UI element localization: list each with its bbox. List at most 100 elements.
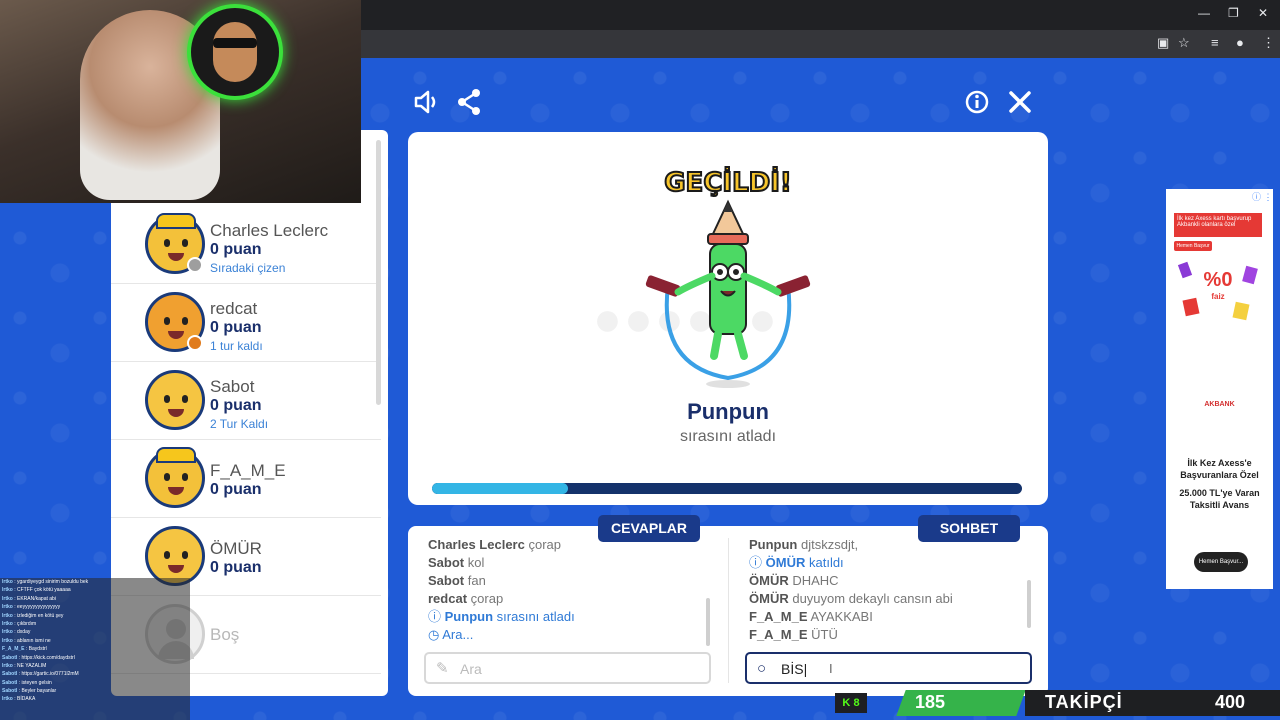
stream-chat-text: CFTFF çok kötü yaaaaa bbox=[17, 587, 71, 594]
kick-logo-icon: K bbox=[842, 697, 851, 709]
stream-chat-user: Sabotl bbox=[2, 654, 18, 661]
chat-input[interactable]: ○ BİS| I bbox=[745, 652, 1032, 684]
minimize-icon[interactable]: — bbox=[1198, 6, 1210, 20]
player-item[interactable]: redcat 0 puan 1 tur kaldı bbox=[111, 285, 381, 362]
tab-chat[interactable]: SOHBET bbox=[918, 515, 1020, 542]
player-name: ÖMÜR bbox=[210, 539, 262, 558]
player-list-scrollbar[interactable] bbox=[376, 140, 381, 405]
follower-goal: 400 bbox=[1215, 692, 1246, 712]
avatar bbox=[145, 526, 205, 586]
follower-count: 185 bbox=[915, 692, 946, 712]
msg-text: sırasını atladı bbox=[496, 609, 575, 624]
stream-chat-text: Beyler bayanlar bbox=[21, 688, 57, 695]
list-item: lrtko : EKRAN/kapat abi bbox=[2, 595, 56, 602]
stream-chat-user: lrtko bbox=[2, 620, 13, 627]
restore-icon[interactable]: ❐ bbox=[1228, 6, 1239, 20]
player-score: 0 puan bbox=[210, 241, 262, 258]
stream-chat-user: lrtko bbox=[2, 612, 13, 619]
ad-banner: İlk kez Axess kartı başvurup Akbankli ol… bbox=[1174, 213, 1262, 237]
list-item: ÖMÜR duyuyom dekaylı cansın abi bbox=[749, 590, 1029, 608]
msg-text: duyuyom dekaylı cansın abi bbox=[792, 591, 953, 606]
list-item: Sabotl : isteyen gelsin bbox=[2, 679, 52, 686]
stream-chat-text: isteyen gelsin bbox=[21, 679, 52, 686]
game-result-card: ●●●●●● GEÇİLDİ! Punpun sırasını atladı bbox=[408, 132, 1048, 505]
chat-bubble-icon: ○ bbox=[757, 660, 767, 677]
list-item: F_A_M_E ÜTÜ bbox=[749, 626, 1029, 644]
player-item[interactable]: Charles Leclerc 0 puan Sıradaki çizen bbox=[111, 207, 381, 284]
pencil-icon: ✎ bbox=[436, 660, 449, 677]
player-score: 0 puan bbox=[210, 397, 262, 414]
player-name: F_A_M_E bbox=[210, 461, 286, 480]
turn-progress-bar bbox=[432, 483, 1022, 494]
answers-input[interactable]: ✎ Ara bbox=[424, 652, 711, 684]
player-status: 2 Tur Kaldı bbox=[210, 417, 269, 431]
list-item: lrtko : dxday bbox=[2, 629, 31, 636]
stream-chat-text: ygardiyeygd sinirim bozuldu bek bbox=[17, 579, 89, 585]
player-score: 0 puan bbox=[210, 319, 262, 336]
follower-label: TAKİPÇİ bbox=[1045, 692, 1123, 712]
msg-text: DHAHC bbox=[792, 573, 839, 588]
extension-icon[interactable]: ● bbox=[1236, 35, 1244, 50]
streamer-logo bbox=[187, 4, 283, 100]
player-name: redcat bbox=[210, 299, 258, 318]
list-item: lrtko : CFTFF çok kötü yaaaaa bbox=[2, 587, 71, 594]
msg-user: ÖMÜR bbox=[749, 573, 789, 588]
chat-input-value: BİS bbox=[781, 661, 804, 677]
ad-choices-icon[interactable]: ⓘ ⋮ bbox=[1252, 190, 1273, 203]
stream-chat-text: BİDAKA bbox=[17, 696, 36, 703]
list-item: Sabotl : https://kick.com/daydstrl bbox=[2, 654, 75, 661]
ad-small-button[interactable]: Hemen Başvur bbox=[1174, 241, 1212, 251]
list-item: lrtko : eeyyyyyyyyyyyyyyy bbox=[2, 604, 61, 611]
close-icon[interactable] bbox=[1007, 88, 1033, 121]
stream-chat-text: çıkbrdım bbox=[17, 620, 37, 627]
stream-chat-user: F_A_M_E bbox=[2, 646, 25, 653]
install-app-icon[interactable]: ▣ bbox=[1157, 35, 1169, 51]
media-icon[interactable]: ≡ bbox=[1211, 35, 1219, 50]
msg-text: çorap bbox=[470, 591, 504, 606]
speaker-icon[interactable] bbox=[412, 88, 440, 121]
advertisement[interactable]: İlk kez Axess kartı başvurup Akbankli ol… bbox=[1166, 189, 1273, 589]
turn-progress-fill bbox=[432, 483, 568, 494]
ad-brand: AKBANK bbox=[1204, 401, 1235, 408]
msg-text: ÜTÜ bbox=[811, 627, 838, 642]
msg-user: Sabot bbox=[428, 555, 465, 570]
ad-copy-2: 25.000 TL'ye Varan Taksitli Avans bbox=[1179, 488, 1260, 510]
info-icon: ⓘ bbox=[428, 609, 442, 624]
ad-copy-1: İlk Kez Axess'e Başvuranlara Özel bbox=[1180, 458, 1259, 480]
player-name: Sabot bbox=[210, 377, 255, 396]
msg-user: Punpun bbox=[749, 540, 798, 552]
ad-apply-button[interactable]: Hemen Başvur... bbox=[1194, 552, 1248, 572]
stream-chat-text: Baydstrl bbox=[28, 646, 47, 653]
msg-text: kol bbox=[467, 555, 485, 570]
player-item[interactable]: F_A_M_E 0 puan bbox=[111, 441, 381, 518]
star-icon[interactable]: ☆ bbox=[1178, 35, 1190, 51]
list-item: ÖMÜR DHAHC bbox=[749, 572, 1029, 590]
info-icon[interactable] bbox=[964, 88, 990, 121]
tab-answers[interactable]: CEVAPLAR bbox=[598, 515, 700, 542]
msg-text: çorap bbox=[528, 540, 561, 552]
msg-user: F_A_M_E bbox=[749, 609, 808, 624]
player-name: Charles Leclerc bbox=[210, 221, 329, 240]
list-item: F_A_M_E AYAKKABI bbox=[749, 608, 1029, 626]
close-window-icon[interactable]: ✕ bbox=[1258, 6, 1268, 20]
msg-user: Charles Leclerc bbox=[428, 540, 525, 552]
ad-percent-value: %0 bbox=[1203, 269, 1233, 291]
answers-scrollbar[interactable] bbox=[706, 598, 710, 646]
player-item[interactable]: Sabot 0 puan 2 Tur Kaldı bbox=[111, 363, 381, 440]
list-item: ⓘ ÖMÜR katıldı bbox=[749, 554, 1029, 572]
avatar bbox=[145, 370, 205, 430]
list-item: Charles Leclerc çorap bbox=[428, 540, 708, 554]
list-item: lrtko : çıkbrdım bbox=[2, 620, 37, 627]
msg-user: F_A_M_E bbox=[749, 627, 808, 642]
list-item: ⓘ Punpun sırasını atladı bbox=[428, 608, 708, 626]
stream-chat-text: eeyyyyyyyyyyyyyyy bbox=[17, 604, 61, 611]
menu-icon[interactable]: ⋮ bbox=[1262, 35, 1275, 51]
player-score: 0 puan bbox=[210, 559, 262, 576]
chat-scrollbar[interactable] bbox=[1027, 580, 1031, 628]
stream-chat-user: Sabotl bbox=[2, 671, 18, 678]
stream-chat-user: lrtko bbox=[2, 696, 13, 703]
msg-text: djtskzsdjt, bbox=[801, 540, 859, 552]
share-icon[interactable] bbox=[456, 88, 482, 121]
stream-chat-text: NE YAZALIM bbox=[17, 662, 47, 669]
stream-chat-user: lrtko bbox=[2, 587, 13, 594]
